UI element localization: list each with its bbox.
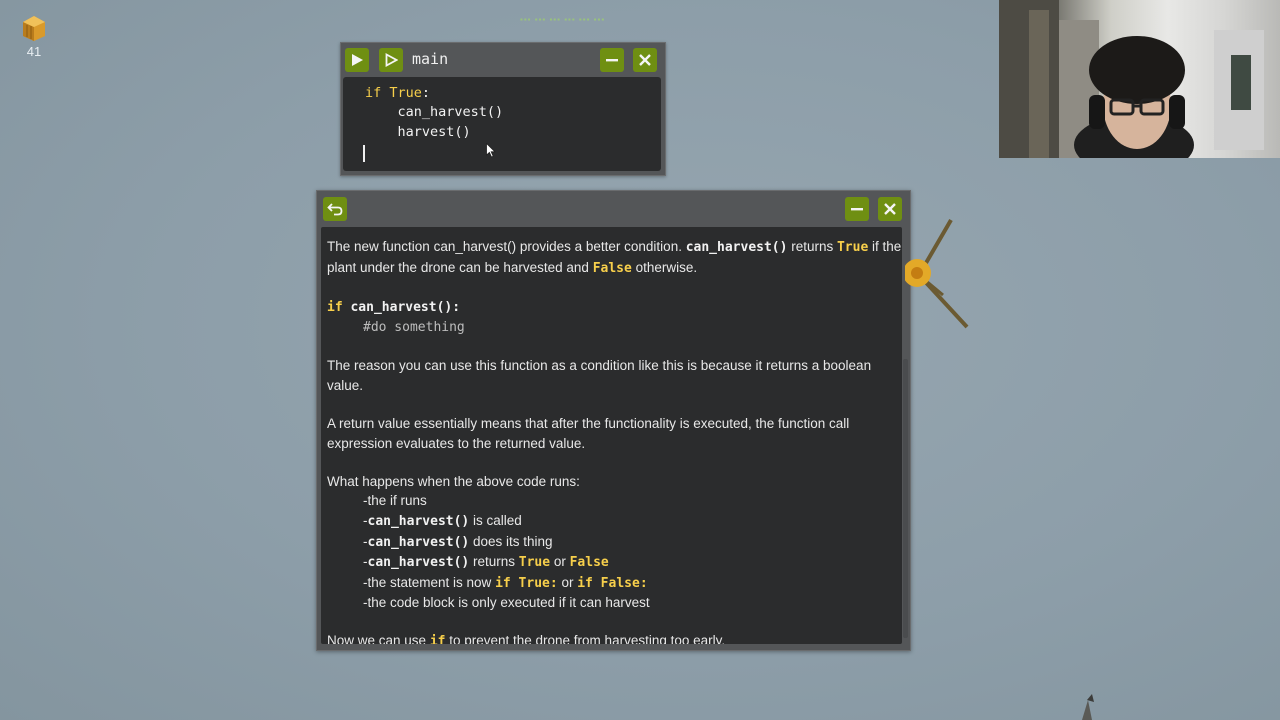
hay-icon (23, 16, 45, 41)
info-text-panel[interactable]: The new function can_harvest() provides … (321, 227, 902, 644)
back-button[interactable] (323, 197, 347, 221)
mouse-cursor-icon (486, 143, 496, 158)
code-window-title: main (412, 50, 449, 68)
back-arrow-icon (327, 203, 343, 216)
text-caret (363, 145, 365, 162)
minimize-icon (851, 208, 863, 211)
code-editor[interactable]: if True: can_harvest() harvest() (343, 77, 661, 171)
paragraph: Now we can use if to prevent the drone f… (327, 633, 726, 644)
drone-icon (1082, 694, 1094, 720)
run-button[interactable] (345, 48, 369, 72)
paragraph: The reason you can use this function as … (327, 358, 872, 393)
minimize-button[interactable] (600, 48, 624, 72)
paragraph: What happens when the above code runs: (327, 473, 580, 489)
close-icon (884, 203, 896, 215)
windmill-icon (905, 218, 969, 329)
list-item: -the code block is only executed if it c… (363, 595, 650, 611)
scrollbar-thumb[interactable] (903, 359, 908, 638)
info-window-titlebar[interactable] (317, 191, 910, 227)
webcam-overlay (999, 0, 1280, 158)
top-status-text: ▪▪▪ ▪▪▪ ▪▪▪ ▪▪▪ ▪▪▪ ▪▪▪ (520, 15, 606, 24)
list-item: -can_harvest() returns True or False (363, 554, 609, 571)
info-window[interactable]: The new function can_harvest() provides … (316, 190, 911, 651)
inventory-count: 41 (26, 44, 42, 59)
paragraph: A return value essentially means that af… (327, 416, 850, 451)
minimize-icon (606, 59, 618, 62)
close-button[interactable] (878, 197, 902, 221)
code-line: can_harvest() (365, 104, 504, 121)
list-item: -can_harvest() is called (363, 512, 522, 529)
step-button[interactable] (379, 48, 403, 72)
minimize-button[interactable] (845, 197, 869, 221)
code-window-titlebar[interactable]: main (341, 43, 665, 77)
play-icon (352, 54, 363, 66)
list-item: -can_harvest() does its thing (363, 533, 553, 550)
close-button[interactable] (633, 48, 657, 72)
inventory-item: 41 (18, 12, 50, 59)
list-item: -the statement is now if True: or if Fal… (363, 574, 648, 591)
close-icon (639, 54, 651, 66)
webcam-person-image (999, 0, 1264, 158)
code-line: harvest() (365, 123, 471, 140)
code-example: if can_harvest(): (327, 299, 461, 315)
step-icon (385, 53, 398, 67)
code-line: if True: (365, 85, 431, 101)
code-comment: #do something (363, 320, 465, 336)
list-item: -the if runs (363, 493, 427, 509)
code-window[interactable]: main if True: can_harvest() harvest() (340, 42, 666, 176)
paragraph: The new function can_harvest() provides … (327, 239, 902, 276)
